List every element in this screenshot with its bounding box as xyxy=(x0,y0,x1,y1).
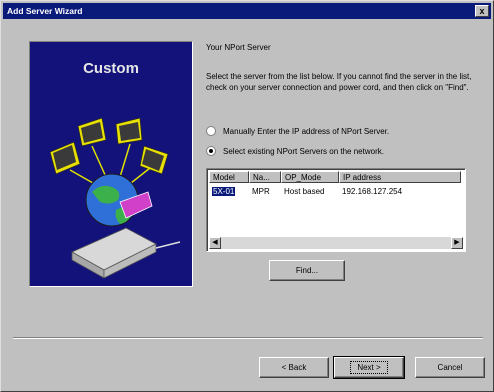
panel-title: Custom xyxy=(83,60,139,77)
network-illustration xyxy=(49,117,181,279)
back-button[interactable]: < Back xyxy=(259,357,329,378)
wizard-side-panel: Custom xyxy=(29,41,193,287)
next-button-label: Next > xyxy=(350,361,388,374)
cell-model: 5X-01 xyxy=(212,187,236,196)
radio-button[interactable] xyxy=(206,146,216,156)
section-heading: Your NPort Server xyxy=(206,43,271,52)
table-row[interactable]: 5X-01 MPR Host based 192.168.127.254 xyxy=(209,186,461,197)
scroll-right-icon[interactable]: ▶ xyxy=(451,237,463,249)
next-button[interactable]: Next > xyxy=(333,356,405,379)
radio-select-existing[interactable]: Select existing NPort Servers on the net… xyxy=(206,146,384,156)
find-button[interactable]: Find... xyxy=(269,260,345,281)
title-bar: Add Server Wizard x xyxy=(3,3,491,19)
radio-label: Select existing NPort Servers on the net… xyxy=(223,146,384,156)
cell-name: MPR xyxy=(252,187,270,196)
column-name[interactable]: Na... xyxy=(249,171,281,183)
cancel-button[interactable]: Cancel xyxy=(415,357,485,378)
close-icon: x xyxy=(479,6,485,16)
horizontal-scrollbar[interactable]: ◀ ▶ xyxy=(209,237,463,249)
instructions-text: Select the server from the list below. I… xyxy=(206,72,472,92)
column-ip-address[interactable]: IP address xyxy=(339,171,461,183)
radio-label: Manually Enter the IP address of NPort S… xyxy=(223,126,390,136)
window-title: Add Server Wizard xyxy=(7,6,83,16)
divider xyxy=(13,337,483,339)
cell-op-mode: Host based xyxy=(284,187,325,196)
radio-button[interactable] xyxy=(206,126,216,136)
column-op-mode[interactable]: OP_Mode xyxy=(281,171,339,183)
scroll-left-icon[interactable]: ◀ xyxy=(209,237,221,249)
server-list[interactable]: Model Na... OP_Mode IP address 5X-01 MPR… xyxy=(206,168,466,252)
list-header: Model Na... OP_Mode IP address xyxy=(209,171,461,183)
cell-ip-address: 192.168.127.254 xyxy=(342,187,403,196)
close-button[interactable]: x xyxy=(475,5,489,17)
radio-manual-ip[interactable]: Manually Enter the IP address of NPort S… xyxy=(206,126,389,136)
wizard-window: Add Server Wizard x Custom Your NPort Se… xyxy=(0,0,494,392)
column-model[interactable]: Model xyxy=(209,171,249,183)
